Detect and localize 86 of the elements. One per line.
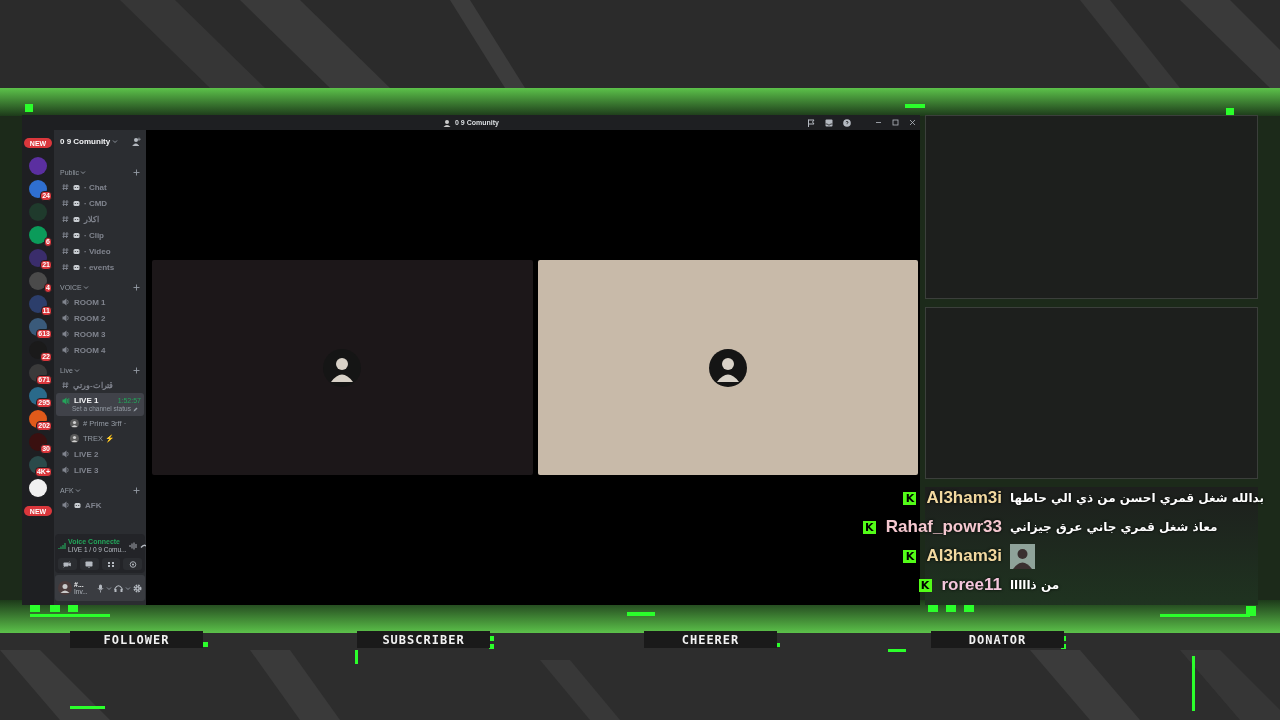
frame-accent bbox=[355, 650, 358, 664]
close-icon[interactable] bbox=[909, 119, 916, 126]
add-icon[interactable] bbox=[133, 366, 140, 374]
maximize-icon[interactable] bbox=[892, 119, 899, 126]
avatar bbox=[1010, 543, 1035, 569]
soundboard-button[interactable] bbox=[123, 558, 142, 570]
frame-accent bbox=[25, 104, 33, 112]
frame-accent bbox=[627, 612, 655, 616]
hash-icon bbox=[62, 199, 69, 207]
headset-icon[interactable] bbox=[114, 583, 123, 593]
activities-icon bbox=[106, 560, 115, 568]
channel-item[interactable]: ROOM 3 bbox=[56, 326, 144, 342]
activities-button[interactable] bbox=[101, 558, 121, 570]
overlay-label: DONATOR bbox=[931, 631, 1064, 648]
camera-icon bbox=[63, 560, 72, 568]
speaker-icon bbox=[62, 450, 70, 458]
frame-accent bbox=[888, 649, 906, 652]
chat-username: Al3ham3i bbox=[926, 546, 1002, 566]
server-icon bbox=[443, 118, 451, 127]
chevron-icon bbox=[82, 284, 89, 290]
hash-icon bbox=[62, 183, 69, 191]
inbox-icon[interactable] bbox=[825, 118, 833, 127]
server-icon[interactable] bbox=[29, 479, 47, 497]
channel-item[interactable]: · Clip bbox=[56, 227, 144, 243]
channel-item[interactable]: · events bbox=[56, 259, 144, 275]
channel-item[interactable]: · Chat bbox=[56, 179, 144, 195]
voice-activity-icon bbox=[62, 396, 70, 405]
soundboard-icon bbox=[128, 560, 137, 568]
server-name[interactable]: 0 9 Comunity bbox=[60, 136, 119, 146]
speaker-icon bbox=[62, 330, 70, 338]
chat-message: من ذااااا bbox=[1010, 578, 1060, 592]
channel-item[interactable]: LIVE 3 bbox=[56, 462, 144, 478]
add-icon[interactable] bbox=[133, 486, 140, 494]
chat-username: Rahaf_powr33 bbox=[885, 517, 1002, 537]
settings-icon[interactable] bbox=[133, 583, 142, 593]
avatar bbox=[70, 434, 79, 443]
frame-accent bbox=[1192, 656, 1195, 711]
avatar bbox=[70, 419, 79, 428]
channel-item[interactable]: ROOM 1 bbox=[56, 294, 144, 310]
channel-item[interactable]: · CMD bbox=[56, 195, 144, 211]
channel-item[interactable]: ROOM 4 bbox=[56, 342, 144, 358]
avatar bbox=[323, 348, 362, 387]
channel-item[interactable]: AFK bbox=[56, 497, 144, 513]
screen-share-icon bbox=[85, 560, 94, 568]
chevron-icon bbox=[74, 487, 81, 493]
speaker-icon bbox=[62, 346, 70, 354]
help-icon[interactable] bbox=[843, 118, 851, 127]
channel-item[interactable]: ROOM 2 bbox=[56, 310, 144, 326]
hash-icon bbox=[62, 247, 69, 255]
channel-item[interactable]: LIVE 2 bbox=[56, 446, 144, 462]
add-icon[interactable] bbox=[133, 283, 140, 291]
overlay-label: FOLLOWER bbox=[70, 631, 203, 648]
channel-item[interactable]: اكلار bbox=[56, 211, 144, 227]
speaker-icon bbox=[62, 298, 70, 306]
chat-username: roree11 bbox=[941, 575, 1002, 595]
chat-message: معاذ شغل قمري جاني عرق جيزاني bbox=[1010, 520, 1218, 534]
minimize-icon[interactable] bbox=[875, 119, 882, 126]
chevron-icon bbox=[73, 367, 80, 373]
camera-button[interactable] bbox=[58, 558, 77, 570]
channel-item[interactable]: · Video bbox=[56, 243, 144, 259]
hash-icon bbox=[62, 231, 69, 239]
speaker-icon bbox=[62, 314, 70, 322]
screen-share-button[interactable] bbox=[79, 558, 99, 570]
speaker-icon bbox=[62, 501, 70, 509]
invite-icon[interactable] bbox=[132, 136, 141, 146]
microphone-icon[interactable] bbox=[97, 583, 104, 593]
frame-accent bbox=[70, 706, 105, 709]
speaker-icon bbox=[62, 466, 70, 474]
overlay-label: SUBSCRIBER bbox=[357, 631, 490, 648]
pencil-icon bbox=[132, 406, 138, 412]
signal-icon bbox=[58, 541, 66, 550]
flag-icon[interactable] bbox=[807, 118, 815, 127]
chat-message: بدالله شغل قمري احسن من ذي الي حاطها bbox=[1010, 491, 1264, 505]
chat-username: Al3ham3i bbox=[926, 488, 1002, 508]
chevron-icon bbox=[112, 138, 119, 144]
add-icon[interactable] bbox=[133, 168, 140, 176]
frame-accent bbox=[905, 104, 925, 108]
chevron-icon bbox=[80, 169, 87, 175]
frame-accent bbox=[203, 642, 208, 647]
hash-icon bbox=[62, 215, 69, 223]
hash-icon bbox=[62, 263, 69, 271]
avatar bbox=[708, 348, 747, 387]
hash-icon bbox=[62, 381, 69, 389]
overlay-label: CHEERER bbox=[644, 631, 777, 648]
avatar bbox=[58, 581, 72, 595]
channel-item[interactable]: قترات-ورتي bbox=[56, 377, 144, 393]
